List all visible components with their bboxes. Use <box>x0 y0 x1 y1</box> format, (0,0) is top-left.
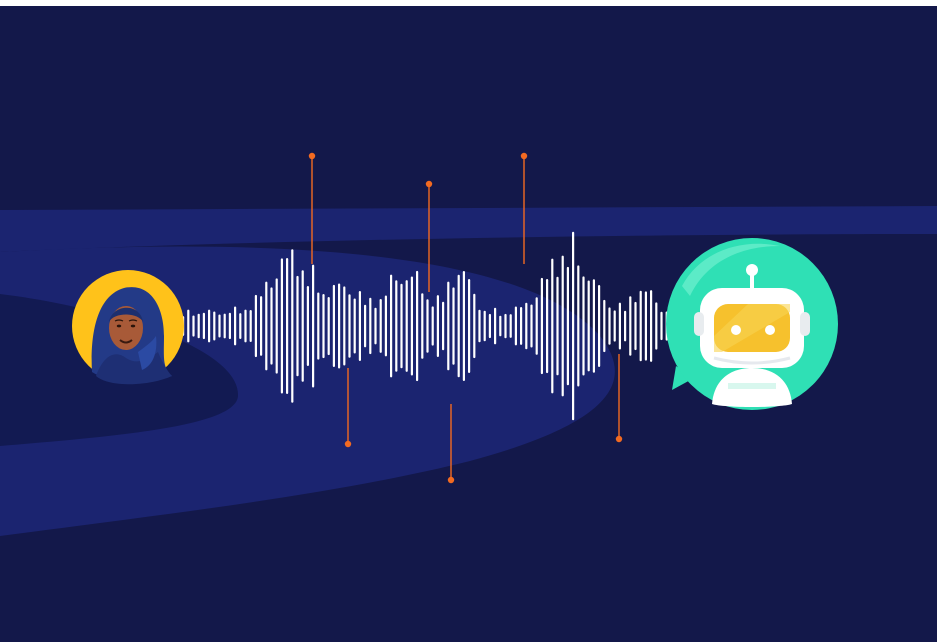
waveform-bar <box>275 278 278 374</box>
waveform-bar <box>473 293 476 359</box>
waveform-bar <box>312 264 315 388</box>
waveform-bar <box>582 276 585 376</box>
waveform-bar <box>405 280 408 372</box>
waveform-bar <box>265 281 268 371</box>
waveform-bar <box>442 301 445 351</box>
waveform-bar <box>634 301 637 351</box>
waveform-bar <box>208 309 211 343</box>
waveform-bar <box>280 258 283 394</box>
waveform-bar <box>499 315 502 337</box>
waveform-bar <box>592 279 595 373</box>
waveform-bar <box>431 306 434 346</box>
waveform-bar <box>322 294 325 359</box>
waveform-bar <box>525 302 528 350</box>
waveform-bar <box>353 298 356 354</box>
waveform-bar <box>540 277 543 375</box>
bot-avatar[interactable] <box>666 238 838 410</box>
waveform-bar <box>213 311 216 341</box>
waveform-bar <box>535 297 538 355</box>
waveform-bar <box>650 290 653 362</box>
waveform-bar <box>572 231 575 421</box>
waveform-bar <box>494 307 497 345</box>
waveform-bar <box>561 255 564 397</box>
waveform-bar <box>520 307 523 345</box>
waveform-bar <box>546 279 549 374</box>
waveform-bar <box>530 304 533 348</box>
waveform-bar <box>228 312 231 340</box>
waveform-bar <box>317 292 320 360</box>
waveform-bar <box>488 313 491 339</box>
waveform-bar <box>244 309 247 343</box>
waveform-bar <box>462 271 465 381</box>
waveform-bar <box>457 274 460 378</box>
waveform-bar <box>197 313 200 339</box>
waveform-bar <box>514 306 517 346</box>
waveform-bar <box>483 310 486 342</box>
waveform-bar <box>629 296 632 356</box>
waveform-bar <box>291 249 294 403</box>
waveform-bar <box>509 314 512 338</box>
conversation-illustration <box>0 6 937 642</box>
waveform-bar <box>608 307 611 345</box>
illustration-canvas <box>0 6 937 642</box>
waveform-bar <box>598 285 601 367</box>
waveform-bar <box>410 276 413 376</box>
waveform-bar <box>613 310 616 342</box>
waveform-bar <box>421 293 424 359</box>
waveform-bar <box>660 311 663 341</box>
waveform-bar <box>478 309 481 343</box>
waveform-bar <box>447 281 450 371</box>
waveform-bar <box>400 283 403 369</box>
waveform-bar <box>618 302 621 350</box>
waveform-bar <box>364 304 367 348</box>
waveform-bar <box>577 265 580 387</box>
waveform-bar <box>452 287 455 365</box>
waveform-bar <box>587 280 590 372</box>
waveform-bar <box>358 291 361 361</box>
waveform-bar <box>639 290 642 362</box>
waveform-bar <box>301 270 304 382</box>
waveform-bar <box>384 295 387 357</box>
waveform-bar <box>260 296 263 356</box>
waveform-bar <box>343 286 346 366</box>
waveform-bar <box>202 312 205 340</box>
waveform-bar <box>624 310 627 342</box>
waveform-bar <box>327 297 330 356</box>
waveform-bar <box>504 313 507 339</box>
waveform-bar <box>390 274 393 378</box>
waveform-bar <box>234 306 237 346</box>
waveform-bar <box>426 299 429 353</box>
waveform-bar <box>468 279 471 373</box>
waveform-bar <box>655 302 658 350</box>
waveform-bar <box>270 287 273 365</box>
waveform-bar <box>187 309 190 343</box>
waveform-bar <box>223 313 226 339</box>
waveform-bar <box>192 315 195 337</box>
waveform-bar <box>566 266 569 386</box>
waveform-bar <box>644 291 647 361</box>
waveform-bar <box>436 295 439 357</box>
waveform-bar <box>218 314 221 338</box>
waveform-bar <box>332 284 335 367</box>
waveform-bar <box>286 258 289 394</box>
waveform-bar <box>249 310 252 342</box>
waveform-bar <box>254 294 257 358</box>
waveform-bar <box>348 294 351 358</box>
waveform-bar <box>338 283 341 369</box>
waveform-bar <box>374 307 377 345</box>
waveform-bar <box>306 286 309 366</box>
waveform-bar <box>296 275 299 377</box>
waveform-bar <box>239 313 242 339</box>
waveform-bar <box>395 280 398 372</box>
waveform-bar <box>379 299 382 353</box>
waveform-bar <box>603 299 606 353</box>
waveform-bar <box>416 270 419 382</box>
waveform-bar <box>369 297 372 355</box>
waveform-bar <box>551 258 554 394</box>
waveform-bar <box>556 276 559 376</box>
